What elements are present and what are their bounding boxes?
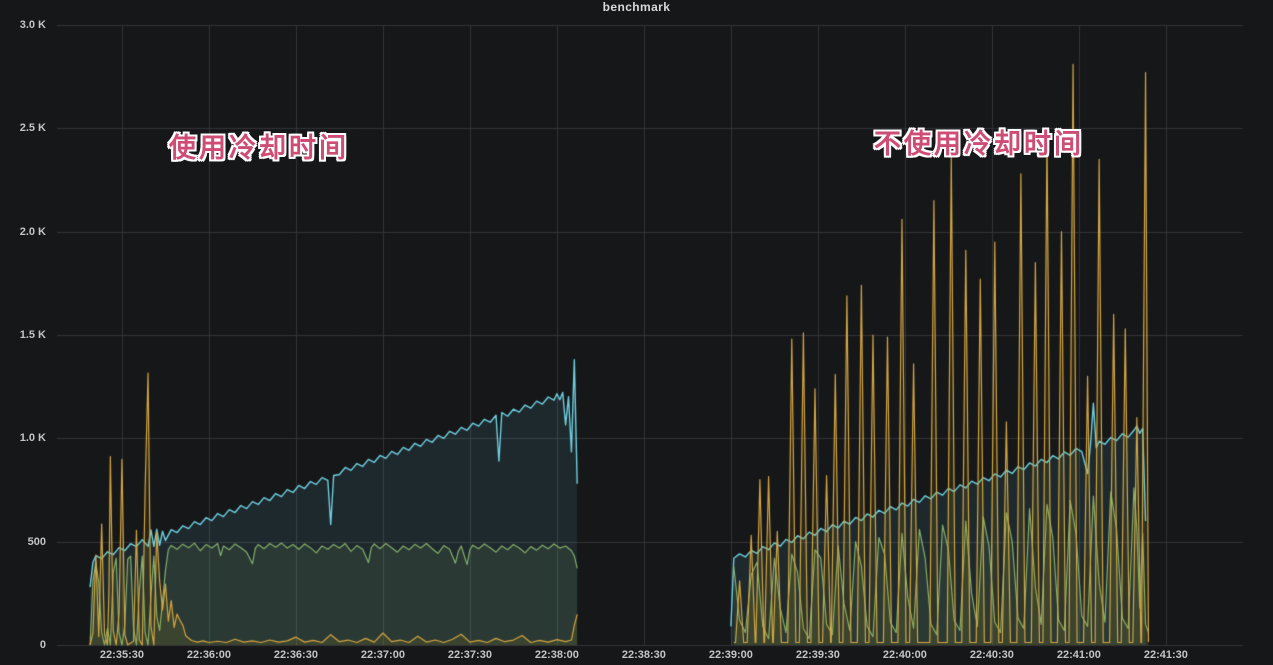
x-tick-label: 22:41:00 — [1057, 649, 1101, 661]
x-tick-label: 22:35:30 — [100, 649, 144, 661]
y-tick-label: 3.0 K — [0, 19, 46, 31]
x-tick-label: 22:40:00 — [883, 649, 927, 661]
x-tick-label: 22:38:00 — [535, 649, 579, 661]
x-tick-label: 22:36:30 — [274, 649, 318, 661]
chart-plot-area[interactable] — [0, 0, 1273, 665]
x-tick-label: 22:40:30 — [970, 649, 1014, 661]
x-tick-label: 22:38:30 — [622, 649, 666, 661]
panel-title[interactable]: benchmark — [0, 0, 1273, 16]
x-tick-label: 22:39:00 — [709, 649, 753, 661]
y-tick-label: 1.5 K — [0, 329, 46, 341]
y-tick-label: 2.5 K — [0, 122, 46, 134]
y-tick-label: 0 — [0, 639, 46, 651]
x-tick-label: 22:37:00 — [361, 649, 405, 661]
benchmark-panel: benchmark 05001.0 K1.5 K2.0 K2.5 K3.0 K … — [0, 0, 1273, 665]
y-tick-label: 500 — [0, 536, 46, 548]
x-tick-label: 22:39:30 — [796, 649, 840, 661]
x-tick-label: 22:36:00 — [187, 649, 231, 661]
annotation-without-cooldown: 不使用冷却时间 — [874, 122, 1084, 161]
y-tick-label: 2.0 K — [0, 226, 46, 238]
x-tick-label: 22:41:30 — [1144, 649, 1188, 661]
x-tick-label: 22:37:30 — [448, 649, 492, 661]
y-tick-label: 1.0 K — [0, 432, 46, 444]
annotation-with-cooldown: 使用冷却时间 — [169, 126, 349, 165]
